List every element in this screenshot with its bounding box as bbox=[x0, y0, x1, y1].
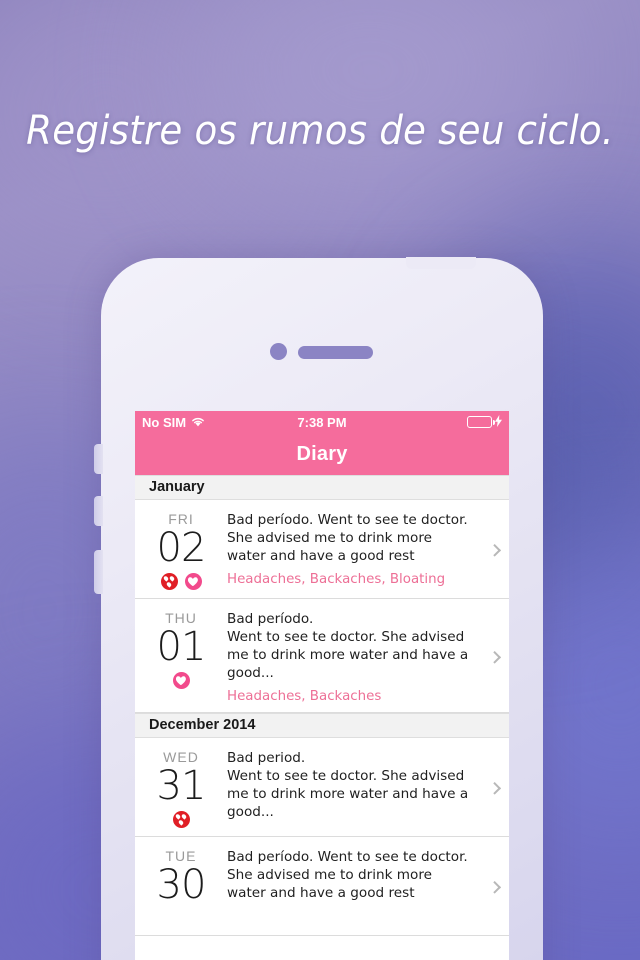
navigation-bar: Diary bbox=[135, 433, 509, 475]
carrier-label: No SIM bbox=[142, 414, 187, 430]
entry-icon-group bbox=[135, 910, 227, 927]
entry-body: Bad período. Went to see te doctor. She … bbox=[227, 846, 509, 927]
entry-note-text: Bad período. Went to see te doctor. She … bbox=[227, 512, 468, 564]
diary-entry-row[interactable]: WED 31 Bad period. Went to see te doctor. … bbox=[135, 738, 509, 837]
status-bar-right bbox=[467, 414, 502, 430]
entry-body: Bad período. Went to see te doctor. She … bbox=[227, 608, 509, 704]
entry-date-column: WED 31 bbox=[135, 747, 227, 828]
love-icon bbox=[184, 573, 202, 590]
phone-top-tab bbox=[406, 257, 476, 269]
status-bar-left: No SIM bbox=[142, 415, 205, 430]
page-title: Registre os rumos de seu ciclo. bbox=[26, 108, 614, 154]
entry-body: Bad período. Went to see te doctor. She … bbox=[227, 509, 509, 590]
entry-date-column: THU 01 bbox=[135, 608, 227, 704]
lightning-bolt-icon bbox=[495, 414, 502, 430]
period-icon bbox=[172, 811, 190, 828]
entry-day-number: 02 bbox=[156, 525, 207, 571]
status-bar: No SIM 7:38 PM bbox=[135, 411, 509, 433]
entry-body: Bad period. Went to see te doctor. She a… bbox=[227, 747, 509, 828]
entry-note-text: Bad período. Went to see te doctor. She … bbox=[227, 611, 469, 681]
entry-note-text: Bad período. Went to see te doctor. She … bbox=[227, 849, 468, 901]
entry-symptom-tags: Headaches, Backaches bbox=[227, 689, 382, 704]
battery-icon bbox=[467, 416, 495, 428]
entry-icon-group bbox=[135, 672, 227, 689]
phone-screen: No SIM 7:38 PM Diary January FRI 02 Bad … bbox=[135, 411, 509, 960]
entry-symptom-tags: Headaches, Backaches, Bloating bbox=[227, 572, 446, 587]
earpiece-speaker bbox=[298, 346, 373, 359]
diary-list[interactable]: January FRI 02 Bad período. Went to see te … bbox=[135, 475, 509, 936]
diary-entry-row[interactable]: THU 01 Bad período. Went to see te doctor.… bbox=[135, 599, 509, 713]
section-header: January bbox=[135, 475, 509, 500]
entry-icon-group bbox=[135, 811, 227, 828]
front-camera-icon bbox=[270, 343, 287, 360]
love-icon bbox=[172, 672, 190, 689]
section-header: December 2014 bbox=[135, 713, 509, 738]
diary-entry-row[interactable]: FRI 02 Bad período. Went to see te doctor.… bbox=[135, 500, 509, 599]
period-icon bbox=[160, 573, 178, 590]
screen-title: Diary bbox=[296, 442, 348, 465]
entry-note-text: Bad period. Went to see te doctor. She a… bbox=[227, 750, 469, 820]
entry-day-number: 30 bbox=[156, 862, 207, 908]
phone-mockup: No SIM 7:38 PM Diary January FRI 02 Bad … bbox=[94, 257, 543, 960]
entry-icon-group bbox=[135, 573, 227, 590]
phone-silent-switch bbox=[94, 444, 103, 474]
phone-volume-up-button bbox=[94, 496, 103, 526]
wifi-icon bbox=[191, 415, 205, 430]
entry-date-column: TUE 30 bbox=[135, 846, 227, 927]
diary-entry-row[interactable]: TUE 30 Bad período. Went to see te doctor.… bbox=[135, 837, 509, 936]
entry-day-number: 01 bbox=[156, 624, 207, 670]
entry-day-number: 31 bbox=[156, 763, 207, 809]
phone-volume-down-button bbox=[94, 550, 103, 594]
entry-date-column: FRI 02 bbox=[135, 509, 227, 590]
